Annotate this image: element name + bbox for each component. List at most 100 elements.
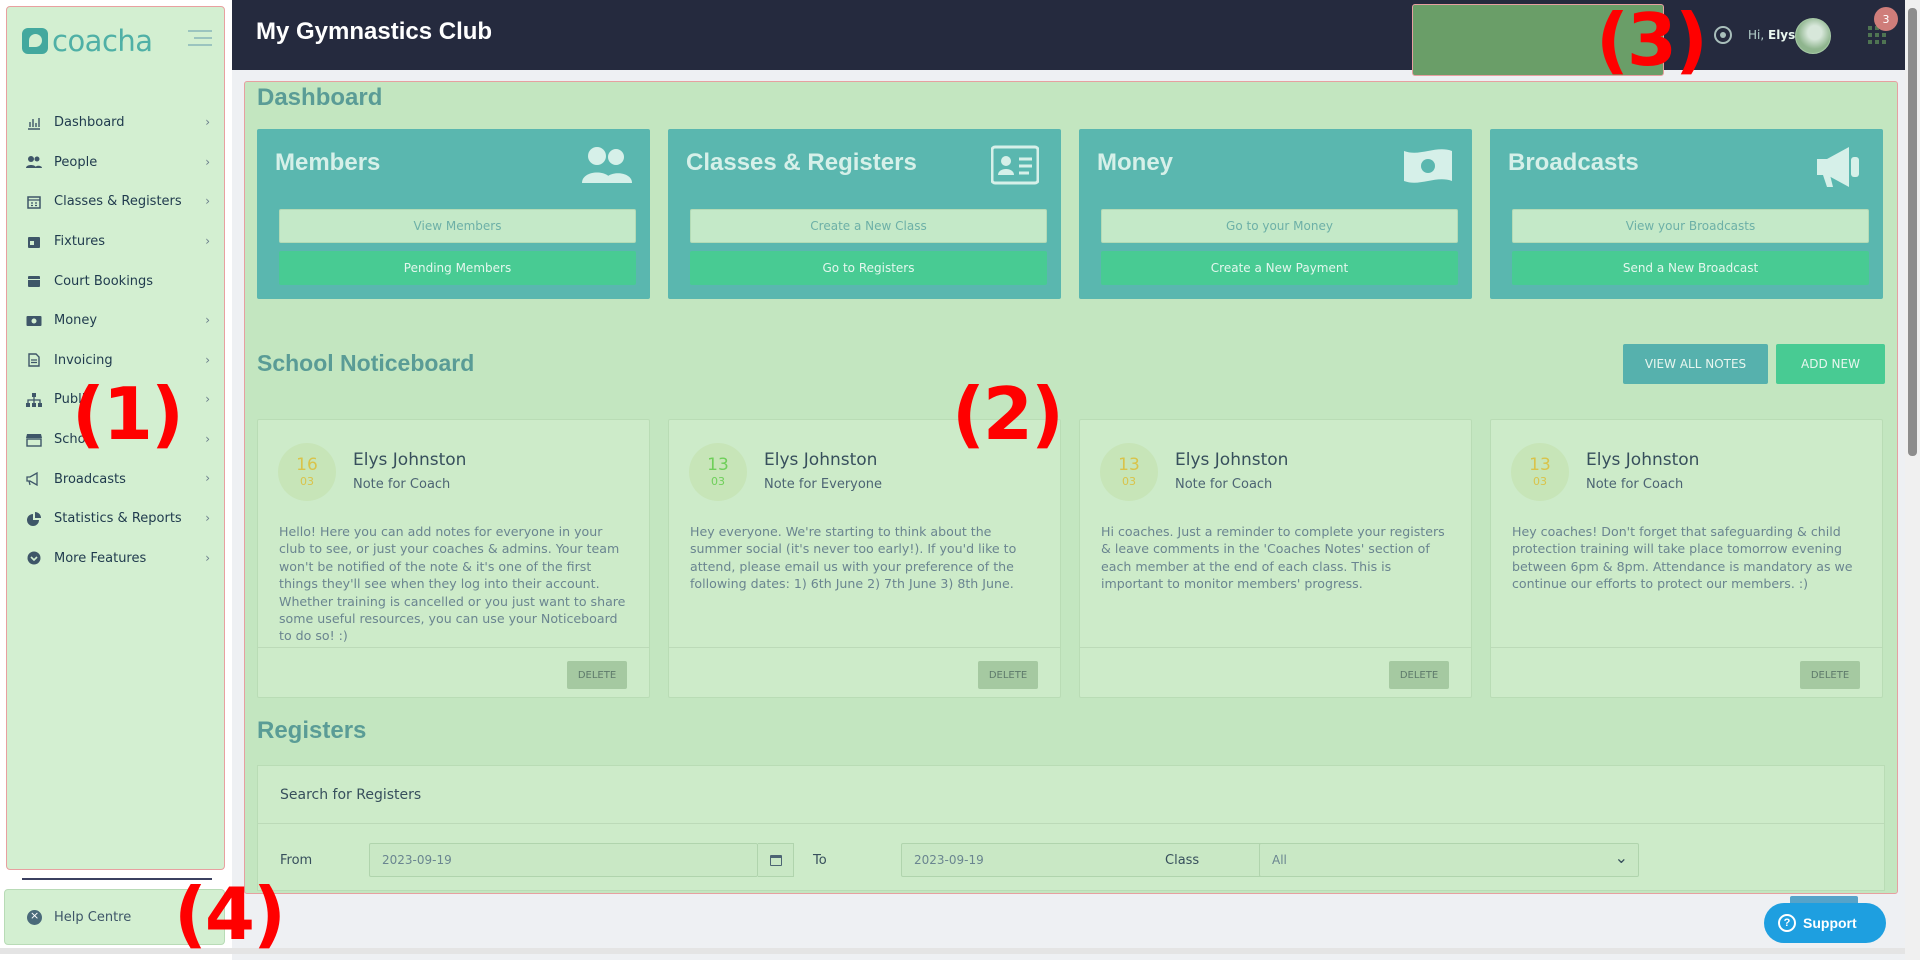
class-label: Class bbox=[1165, 853, 1200, 868]
life-ring-icon bbox=[27, 909, 42, 925]
view-all-notes-button[interactable]: VIEW ALL NOTES bbox=[1623, 344, 1768, 384]
annotation-marker-1: (1) bbox=[72, 372, 184, 456]
note-body: Hey everyone. We're starting to think ab… bbox=[690, 524, 1017, 592]
go-to-money-button[interactable]: Go to your Money bbox=[1101, 209, 1458, 243]
calendar-icon bbox=[26, 234, 42, 250]
annotation-marker-3: (3) bbox=[1596, 0, 1708, 82]
users-icon bbox=[580, 145, 632, 185]
chevron-right-icon: › bbox=[205, 194, 210, 209]
sidebar-item-statistics-reports[interactable]: Statistics & Reports › bbox=[26, 499, 210, 539]
store-icon bbox=[26, 432, 42, 448]
view-broadcasts-button[interactable]: View your Broadcasts bbox=[1512, 209, 1869, 243]
note-card: 13 03 Elys Johnston Note for Everyone He… bbox=[668, 419, 1061, 698]
chevron-circle-icon bbox=[26, 550, 42, 566]
pending-members-button[interactable]: Pending Members bbox=[279, 251, 636, 285]
note-audience: Note for Everyone bbox=[764, 477, 883, 492]
scrollbar-thumb[interactable] bbox=[1908, 8, 1917, 456]
note-day: 13 bbox=[707, 455, 729, 475]
logo[interactable]: coacha bbox=[22, 24, 153, 58]
avatar[interactable] bbox=[1795, 18, 1831, 54]
chevron-right-icon: › bbox=[205, 550, 210, 565]
help-centre-label: Help Centre bbox=[54, 909, 132, 925]
sidebar-item-broadcasts[interactable]: Broadcasts › bbox=[26, 459, 210, 499]
logo-icon bbox=[22, 28, 48, 54]
note-author: Elys Johnston bbox=[1175, 450, 1289, 470]
sidebar-item-court-bookings[interactable]: Court Bookings bbox=[26, 261, 210, 301]
sitemap-icon bbox=[26, 392, 42, 408]
note-date-badge: 13 03 bbox=[1100, 443, 1158, 501]
note-author: Elys Johnston bbox=[353, 450, 467, 470]
class-select[interactable]: All bbox=[1259, 843, 1639, 877]
sidebar-item-more-features[interactable]: More Features › bbox=[26, 539, 210, 579]
note-audience: Note for Coach bbox=[353, 477, 451, 492]
note-day: 13 bbox=[1529, 455, 1551, 475]
delete-note-button[interactable]: DELETE bbox=[1800, 661, 1860, 689]
notification-badge[interactable]: 3 bbox=[1874, 7, 1898, 31]
from-label: From bbox=[280, 853, 313, 868]
note-month: 03 bbox=[300, 475, 314, 488]
sidebar-item-label: Broadcasts bbox=[54, 471, 126, 487]
sidebar-item-label: Court Bookings bbox=[54, 273, 154, 289]
note-author: Elys Johnston bbox=[1586, 450, 1700, 470]
card-members: Members View Members Pending Members bbox=[257, 129, 650, 299]
chevron-right-icon: › bbox=[205, 431, 210, 446]
note-month: 03 bbox=[1122, 475, 1136, 488]
menu-toggle-icon[interactable] bbox=[188, 30, 212, 51]
calendar-grid-icon bbox=[26, 194, 42, 210]
sidebar-item-people[interactable]: People › bbox=[26, 143, 210, 183]
sidebar: coacha Dashboard › People › Classes & Re… bbox=[0, 0, 232, 960]
note-day: 16 bbox=[296, 455, 318, 475]
sidebar-nav: Dashboard › People › Classes & Registers… bbox=[26, 103, 210, 578]
dashboard-heading: Dashboard bbox=[257, 84, 383, 111]
note-body: Hello! Here you can add notes for everyo… bbox=[279, 524, 626, 644]
delete-note-button[interactable]: DELETE bbox=[1389, 661, 1449, 689]
sidebar-item-label: Money bbox=[54, 313, 98, 329]
logo-text: coacha bbox=[52, 24, 153, 58]
send-new-broadcast-button[interactable]: Send a New Broadcast bbox=[1512, 251, 1869, 285]
noticeboard-heading: School Noticeboard bbox=[257, 350, 475, 376]
view-members-button[interactable]: View Members bbox=[279, 209, 636, 243]
card-title: Broadcasts bbox=[1508, 149, 1639, 176]
note-divider bbox=[1491, 647, 1882, 648]
support-button[interactable]: ? Support bbox=[1764, 903, 1886, 943]
delete-note-button[interactable]: DELETE bbox=[567, 661, 627, 689]
note-audience: Note for Coach bbox=[1586, 477, 1684, 492]
sidebar-item-label: More Features bbox=[54, 550, 147, 566]
user-greeting[interactable]: Hi, Elys bbox=[1748, 28, 1795, 42]
megaphone-icon bbox=[26, 471, 42, 487]
create-new-class-button[interactable]: Create a New Class bbox=[690, 209, 1047, 243]
note-divider bbox=[1080, 647, 1471, 648]
sidebar-item-label: Fixtures bbox=[54, 234, 106, 250]
chevron-right-icon: › bbox=[205, 392, 210, 407]
calendar-icon[interactable] bbox=[758, 843, 794, 877]
note-body: Hi coaches. Just a reminder to complete … bbox=[1101, 524, 1445, 592]
register-search-panel: Search for Registers From 2023-09-19 To … bbox=[257, 765, 1885, 891]
note-date-badge: 13 03 bbox=[689, 443, 747, 501]
annotation-marker-2: (2) bbox=[952, 372, 1064, 456]
sidebar-item-label: Classes & Registers bbox=[54, 194, 182, 210]
gear-icon[interactable] bbox=[1714, 26, 1732, 44]
annotation-marker-4: (4) bbox=[174, 872, 286, 956]
note-divider bbox=[258, 647, 649, 648]
go-to-registers-button[interactable]: Go to Registers bbox=[690, 251, 1047, 285]
sidebar-item-label: Statistics & Reports bbox=[54, 511, 182, 527]
create-new-payment-button[interactable]: Create a New Payment bbox=[1101, 251, 1458, 285]
note-card: 16 03 Elys Johnston Note for Coach Hello… bbox=[257, 419, 650, 698]
sidebar-item-classes-registers[interactable]: Classes & Registers › bbox=[26, 182, 210, 222]
file-icon bbox=[26, 352, 42, 368]
users-icon bbox=[26, 154, 42, 170]
sidebar-item-fixtures[interactable]: Fixtures › bbox=[26, 222, 210, 262]
add-new-note-button[interactable]: ADD NEW bbox=[1776, 344, 1885, 384]
delete-note-button[interactable]: DELETE bbox=[978, 661, 1038, 689]
to-date-input[interactable]: 2023-09-19 bbox=[901, 843, 1290, 877]
note-month: 03 bbox=[711, 475, 725, 488]
from-date-input[interactable]: 2023-09-19 bbox=[369, 843, 758, 877]
sidebar-item-money[interactable]: Money › bbox=[26, 301, 210, 341]
chevron-right-icon: › bbox=[205, 510, 210, 525]
sidebar-item-dashboard[interactable]: Dashboard › bbox=[26, 103, 210, 143]
registers-heading: Registers bbox=[257, 717, 367, 744]
card-title: Classes & Registers bbox=[686, 149, 917, 176]
chevron-right-icon: › bbox=[205, 471, 210, 486]
card-money: Money Go to your Money Create a New Paym… bbox=[1079, 129, 1472, 299]
card-title: Members bbox=[275, 149, 381, 176]
